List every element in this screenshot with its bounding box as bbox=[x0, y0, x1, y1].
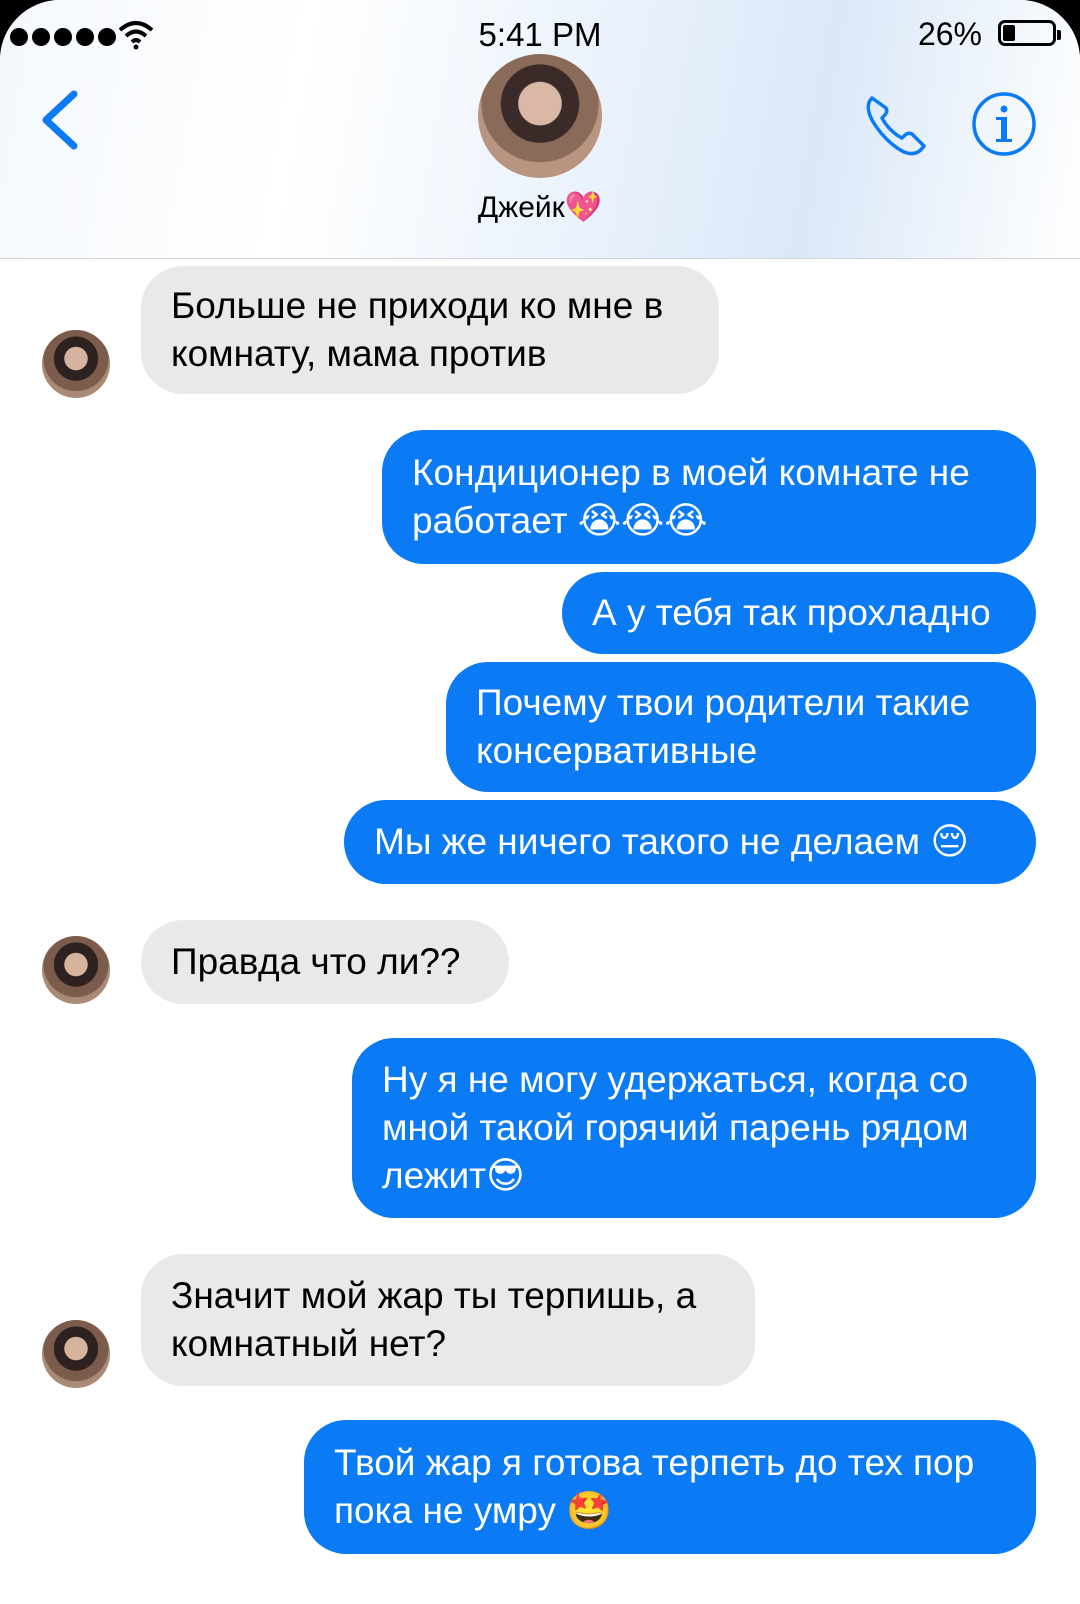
message-text: Значит мой жар ты терпишь, а комнатный н… bbox=[171, 1275, 697, 1364]
sender-avatar bbox=[42, 330, 110, 398]
sender-avatar bbox=[42, 1320, 110, 1388]
outgoing-message[interactable]: Кондиционер в моей комнате не работает 😭… bbox=[382, 430, 1036, 564]
device-frame: 5:41 PM 26% Джейк💖 Больше не приходи ко … bbox=[0, 0, 1080, 1604]
battery-percent: 26% bbox=[917, 16, 982, 52]
screen: 5:41 PM 26% Джейк💖 Больше не приходи ко … bbox=[0, 0, 1080, 1604]
outgoing-message[interactable]: Мы же ничего такого не делаем 😔 bbox=[344, 800, 1036, 884]
message-text: Правда что ли?? bbox=[171, 941, 461, 982]
contact-name[interactable]: Джейк💖 bbox=[0, 190, 1080, 225]
contact-avatar[interactable] bbox=[478, 54, 602, 178]
sender-avatar bbox=[42, 936, 110, 1004]
conversation-header: 5:41 PM 26% Джейк💖 bbox=[0, 0, 1080, 259]
incoming-message[interactable]: Больше не приходи ко мне в комнату, мама… bbox=[141, 266, 719, 394]
outgoing-message[interactable]: Ну я не могу удержаться, когда со мной т… bbox=[352, 1038, 1036, 1218]
chevron-left-icon[interactable] bbox=[36, 88, 86, 152]
message-text: А у тебя так прохладно bbox=[592, 592, 991, 633]
info-icon[interactable] bbox=[970, 90, 1038, 158]
outgoing-message[interactable]: Твой жар я готова терпеть до тех пор пок… bbox=[304, 1420, 1036, 1554]
message-text: Ну я не могу удержаться, когда со мной т… bbox=[382, 1059, 969, 1196]
phone-icon[interactable] bbox=[862, 90, 930, 158]
status-bar: 5:41 PM 26% bbox=[0, 14, 1080, 58]
incoming-message[interactable]: Значит мой жар ты терпишь, а комнатный н… bbox=[141, 1254, 755, 1386]
outgoing-message[interactable]: А у тебя так прохладно bbox=[562, 572, 1036, 654]
message-text: Мы же ничего такого не делаем 😔 bbox=[374, 821, 969, 862]
battery-fill bbox=[1003, 25, 1015, 41]
battery-icon bbox=[998, 20, 1061, 46]
incoming-message[interactable]: Правда что ли?? bbox=[141, 920, 509, 1004]
message-list[interactable]: Больше не приходи ко мне в комнату, мама… bbox=[0, 258, 1080, 1604]
message-text: Почему твои родители такие консервативны… bbox=[476, 682, 971, 771]
message-text: Больше не приходи ко мне в комнату, мама… bbox=[171, 285, 664, 374]
message-text: Кондиционер в моей комнате не работает 😭… bbox=[412, 452, 970, 541]
message-text: Твой жар я готова терпеть до тех пор пок… bbox=[334, 1442, 975, 1531]
outgoing-message[interactable]: Почему твои родители такие консервативны… bbox=[446, 662, 1036, 792]
